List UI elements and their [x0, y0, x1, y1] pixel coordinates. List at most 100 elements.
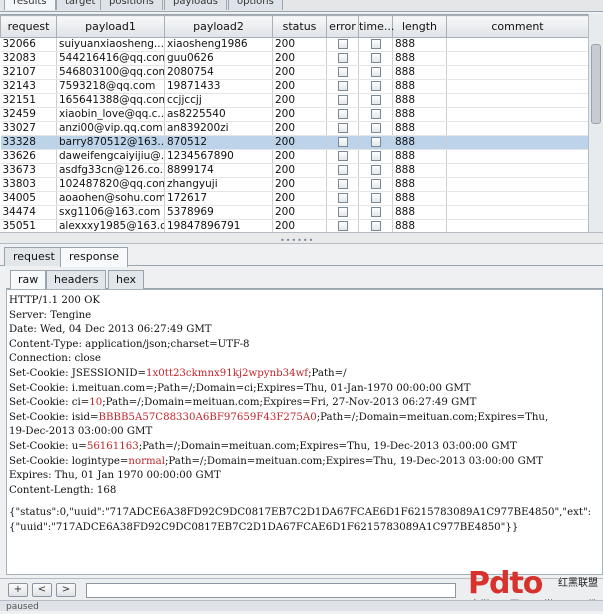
column-header-request[interactable]: request: [0, 15, 57, 38]
column-header-payload2[interactable]: payload2: [164, 15, 273, 38]
table-row[interactable]: 32083 544216416@qq.com guu0626 200 888: [0, 51, 589, 66]
cell-error: [326, 51, 359, 66]
timeout-checkbox[interactable]: [370, 137, 381, 147]
cell-request: 33626: [0, 149, 57, 164]
error-checkbox[interactable]: [337, 67, 348, 77]
column-header-status[interactable]: status: [272, 15, 327, 38]
cell-timeout: [358, 37, 393, 52]
cell-comment: [446, 65, 589, 80]
tab-target[interactable]: target: [56, 0, 105, 10]
timeout-checkbox[interactable]: [370, 165, 381, 175]
cell-request: 33328: [0, 135, 57, 150]
table-row[interactable]: 32143 7593218@qq.com 19871433 200 888: [0, 79, 589, 94]
error-checkbox[interactable]: [337, 221, 348, 231]
error-checkbox[interactable]: [337, 151, 348, 161]
timeout-checkbox[interactable]: [370, 81, 381, 91]
cell-timeout: [358, 191, 393, 206]
cell-length: 888: [392, 121, 447, 136]
error-checkbox[interactable]: [337, 179, 348, 189]
response-line: Set-Cookie: isid=BBBB5A57C88330A6BF97659…: [9, 411, 600, 426]
tab-request[interactable]: request: [4, 247, 64, 266]
table-row[interactable]: 33626 daweifengcaiyijiu@... 1234567890 200 8…: [0, 149, 589, 164]
response-line: Expires: Thu, 01 Jan 1970 00:00:00 GMT: [9, 469, 600, 484]
cell-request: 35051: [0, 219, 57, 232]
tab-positions[interactable]: positions: [100, 0, 163, 10]
prev-button[interactable]: <: [32, 583, 52, 597]
table-row[interactable]: 33673 asdfg33cn@126.co... 8899174 200 888: [0, 163, 589, 178]
error-checkbox[interactable]: [337, 165, 348, 175]
table-row[interactable]: 32459 xiaobin_love@qq.c... as8225540 200 888: [0, 107, 589, 122]
table-row[interactable]: 34474 sxg1106@163.com 5378969 200 888: [0, 205, 589, 220]
column-header-payload1[interactable]: payload1: [56, 15, 165, 38]
cell-payload2: 172617: [164, 191, 273, 206]
error-checkbox[interactable]: [337, 95, 348, 105]
error-checkbox[interactable]: [337, 193, 348, 203]
error-checkbox[interactable]: [337, 39, 348, 49]
tab-results[interactable]: results: [4, 0, 56, 10]
timeout-checkbox[interactable]: [370, 95, 381, 105]
error-checkbox[interactable]: [337, 123, 348, 133]
plus-button[interactable]: +: [8, 583, 28, 597]
scrollbar-thumb[interactable]: [591, 44, 601, 124]
column-header-error[interactable]: error: [326, 15, 359, 38]
column-header-comment[interactable]: comment: [446, 15, 589, 38]
response-text: {"status":0,"uuid":"717ADCE6A38FD92C9DC0…: [9, 507, 592, 519]
column-header-timeout[interactable]: time...: [358, 15, 394, 38]
cell-comment: [446, 191, 589, 206]
search-input[interactable]: [86, 583, 456, 598]
response-text: HTTP/1.1 200 OK: [9, 295, 101, 306]
cell-request: 33673: [0, 163, 57, 178]
table-vertical-scrollbar[interactable]: [588, 14, 603, 232]
cell-timeout: [358, 51, 393, 66]
timeout-checkbox[interactable]: [370, 179, 381, 189]
cell-payload2: ccjjccjj: [164, 93, 273, 108]
next-button[interactable]: >: [56, 583, 76, 597]
response-body[interactable]: HTTP/1.1 200 OK Server: Tengine Date: Wed,…: [6, 289, 603, 575]
table-row[interactable]: 33027 anzi00@vip.qq.com an839200zi 200 888: [0, 121, 589, 136]
cell-payload2: 19871433: [164, 79, 273, 94]
timeout-checkbox[interactable]: [370, 53, 381, 63]
table-row[interactable]: 35051 alexxxy1985@163.c... 19847896791 200 8…: [0, 219, 589, 232]
timeout-checkbox[interactable]: [370, 207, 381, 217]
cell-payload1: alexxxy1985@163.c...: [56, 219, 165, 232]
timeout-checkbox[interactable]: [370, 193, 381, 203]
cell-status: 200: [272, 107, 327, 122]
cell-payload1: 102487820@qq.com: [56, 177, 165, 192]
timeout-checkbox[interactable]: [370, 67, 381, 77]
response-text: ;Path=/;Domain=ci;Expires=Thu, 01-Jan-19…: [153, 382, 471, 394]
table-row[interactable]: 32107 546803100@qq.com 2080754 200 888: [0, 65, 589, 80]
cell-comment: [446, 37, 589, 52]
tab-options[interactable]: options: [228, 0, 283, 10]
error-checkbox[interactable]: [337, 109, 348, 119]
cell-request: 32143: [0, 79, 57, 94]
tab-payloads[interactable]: payloads: [164, 0, 227, 10]
response-text: Set-Cookie: isid=: [9, 411, 99, 423]
column-header-length[interactable]: length: [392, 15, 447, 38]
timeout-checkbox[interactable]: [370, 151, 381, 161]
timeout-checkbox[interactable]: [370, 109, 381, 119]
cell-comment: [446, 149, 589, 164]
error-checkbox[interactable]: [337, 137, 348, 147]
response-line: Server: Tengine: [9, 309, 600, 324]
cell-payload1: sxg1106@163.com: [56, 205, 165, 220]
timeout-checkbox[interactable]: [370, 39, 381, 49]
cell-length: 888: [392, 107, 447, 122]
timeout-checkbox[interactable]: [370, 123, 381, 133]
error-checkbox[interactable]: [337, 81, 348, 91]
cell-payload2: 8899174: [164, 163, 273, 178]
tab-headers[interactable]: headers: [46, 270, 107, 289]
table-row[interactable]: 34005 aoaohen@sohu.com 172617 200 888: [0, 191, 589, 206]
table-row[interactable]: 33328 barry870512@163.... 870512 200 888: [0, 135, 589, 150]
timeout-checkbox[interactable]: [370, 221, 381, 231]
pane-splitter[interactable]: ••••••: [0, 232, 603, 245]
error-checkbox[interactable]: [337, 207, 348, 217]
table-row[interactable]: 32151 165641388@qq.com ccjjccjj 200 888: [0, 93, 589, 108]
table-row[interactable]: 32066 suiyuanxiaosheng... xiaosheng1986 200…: [0, 37, 589, 52]
cell-error: [326, 219, 359, 232]
tab-response[interactable]: response: [60, 247, 128, 267]
error-checkbox[interactable]: [337, 53, 348, 63]
table-row[interactable]: 33803 102487820@qq.com zhangyuji 200 888: [0, 177, 589, 192]
tab-hex[interactable]: hex: [108, 270, 145, 289]
cell-length: 888: [392, 79, 447, 94]
tab-raw[interactable]: raw: [10, 270, 47, 289]
